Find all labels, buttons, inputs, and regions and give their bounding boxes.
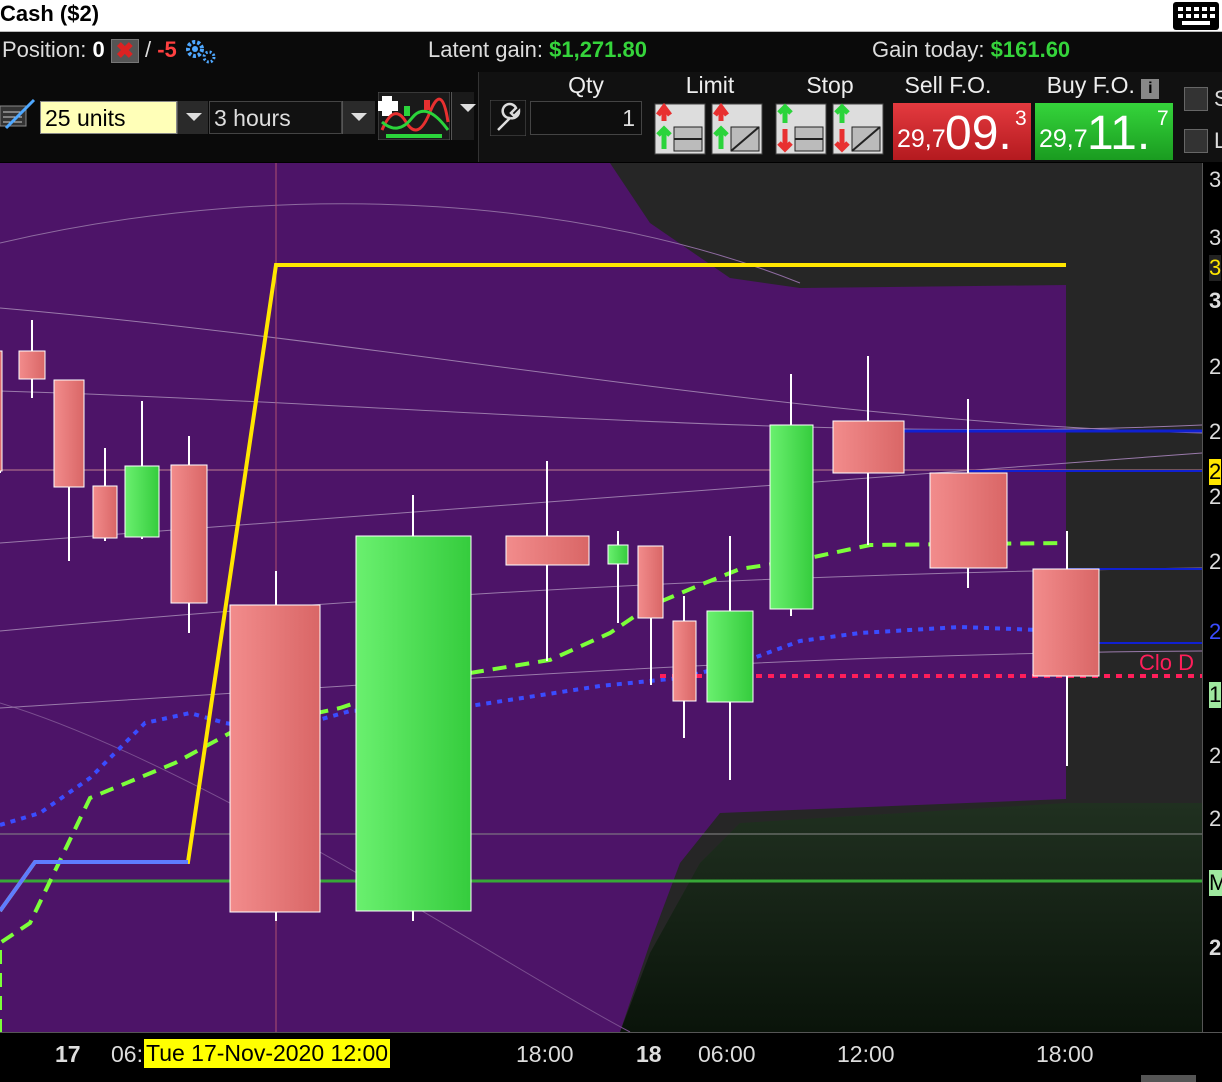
limit-buy-button[interactable] <box>654 103 706 155</box>
x-tick: 18 <box>636 1041 662 1067</box>
right-checkbox-2[interactable] <box>1184 129 1208 153</box>
qty-header: Qty <box>568 72 604 98</box>
sell-header-label: Sell F.O. <box>904 72 992 98</box>
candle <box>505 535 590 566</box>
stop-header: Stop <box>806 72 854 98</box>
y-tick: 3 <box>1209 288 1222 313</box>
indicators-icon[interactable] <box>378 92 450 140</box>
y-tick: M <box>1209 870 1222 896</box>
indicators-dropdown-arrow[interactable] <box>451 92 476 140</box>
position-display: Position: 0 ✖ / -5 <box>2 37 217 64</box>
candle <box>18 350 46 380</box>
position-value: 0 <box>92 37 105 62</box>
candle <box>0 350 3 472</box>
y-tick: 2 <box>1209 484 1222 509</box>
units-dropdown-arrow[interactable] <box>177 101 208 134</box>
buy-header: Buy F.O. i <box>1036 72 1170 99</box>
x-tick: 06: <box>111 1041 143 1067</box>
sell-price-sup: 3 <box>1015 107 1027 130</box>
y-tick: 2 <box>1209 354 1222 379</box>
candle <box>170 464 208 604</box>
candle <box>832 420 905 474</box>
gain-today-value: $161.60 <box>990 37 1071 62</box>
crosshair-date-label: Tue 17-Nov-2020 12:00 <box>144 1039 391 1068</box>
candle <box>92 485 118 539</box>
x-tick: 18:00 <box>516 1041 574 1067</box>
candle <box>124 465 160 538</box>
stop-buy-button[interactable] <box>775 103 827 155</box>
position-label: Position: <box>2 37 93 62</box>
y-tick: 3 <box>1209 167 1222 192</box>
sell-price-big: 09. <box>945 107 1012 160</box>
buy-price-button[interactable]: 29,7 11. 7 <box>1035 103 1173 160</box>
latent-gain: Latent gain: $1,271.80 <box>428 37 647 63</box>
stop-sell-button[interactable] <box>832 103 884 155</box>
candle <box>672 620 697 702</box>
gain-today-label: Gain today: <box>872 37 991 62</box>
buy-price-prefix: 29,7 <box>1039 125 1088 153</box>
y-tick: 2 <box>1209 806 1222 831</box>
right-checkbox-1[interactable] <box>1184 87 1208 111</box>
title-bar: Cash ($2) <box>0 0 1222 32</box>
y-tick: 2 <box>1209 549 1222 574</box>
candle <box>1032 568 1100 677</box>
chart-canvas[interactable] <box>0 163 1202 1032</box>
limit-sell-button[interactable] <box>711 103 763 155</box>
close-position-icon[interactable]: ✖ <box>110 39 139 64</box>
period-dropdown[interactable]: 3 hours <box>209 101 342 134</box>
right-checkbox-1-label: S <box>1214 86 1222 111</box>
candle <box>929 472 1008 569</box>
sell-price-button[interactable]: 29,7 09. 3 <box>893 103 1031 160</box>
y-tick: 2 <box>1209 419 1222 444</box>
y-tick: 3 <box>1209 225 1222 250</box>
buy-info-icon[interactable]: i <box>1141 79 1160 99</box>
status-bar: Position: 0 ✖ / -5 Latent gain: $1,271.8… <box>0 32 1222 70</box>
candle <box>706 610 754 703</box>
candle <box>769 424 814 610</box>
gain-today: Gain today: $161.60 <box>872 37 1070 63</box>
y-tick: 2 <box>1209 619 1222 644</box>
x-tick: 12:00 <box>837 1041 895 1067</box>
latent-gain-label: Latent gain: <box>428 37 550 62</box>
candle <box>637 545 664 619</box>
y-tick: 2 <box>1209 459 1222 485</box>
y-tick: 2 <box>1209 743 1222 768</box>
y-tick: 1 <box>1209 682 1222 708</box>
latent-gain-value: $1,271.80 <box>549 37 647 62</box>
buy-price-big: 11. <box>1087 107 1151 160</box>
window-title: Cash ($2) <box>0 1 100 26</box>
qty-input[interactable]: 1 <box>530 101 642 135</box>
limit-header: Limit <box>685 72 735 98</box>
y-tick: 3 <box>1209 255 1222 281</box>
period-dropdown-arrow[interactable] <box>342 101 375 134</box>
x-tick: 06:00 <box>698 1041 756 1067</box>
candle <box>229 604 321 913</box>
candle <box>607 544 629 565</box>
close-line-label: Clo D <box>1139 650 1195 675</box>
x-tick: 17 <box>55 1041 81 1067</box>
settings-gears-icon[interactable] <box>183 38 217 64</box>
drawing-tool-icon[interactable] <box>0 98 38 134</box>
units-dropdown[interactable]: 25 units <box>40 101 177 134</box>
x-tick: 18:00 <box>1036 1041 1094 1067</box>
y-axis: 3 3 3 3 2 2 2 2 2 2 1 2 2 M 2 <box>1202 163 1222 1032</box>
candle <box>53 379 85 488</box>
y-tick: 2 <box>1209 935 1222 960</box>
candle <box>355 535 472 912</box>
sell-price-prefix: 29,7 <box>897 125 946 153</box>
wrench-icon[interactable] <box>490 100 526 136</box>
buy-price-sup: 7 <box>1157 107 1169 130</box>
right-checkbox-2-label: L <box>1214 128 1222 153</box>
buy-header-label: Buy F.O. <box>1046 72 1135 98</box>
position-slash: / <box>138 37 158 62</box>
keyboard-icon[interactable] <box>1173 2 1219 30</box>
position-alt-value: -5 <box>157 37 177 62</box>
price-chart[interactable]: Clo D <box>0 163 1202 1032</box>
